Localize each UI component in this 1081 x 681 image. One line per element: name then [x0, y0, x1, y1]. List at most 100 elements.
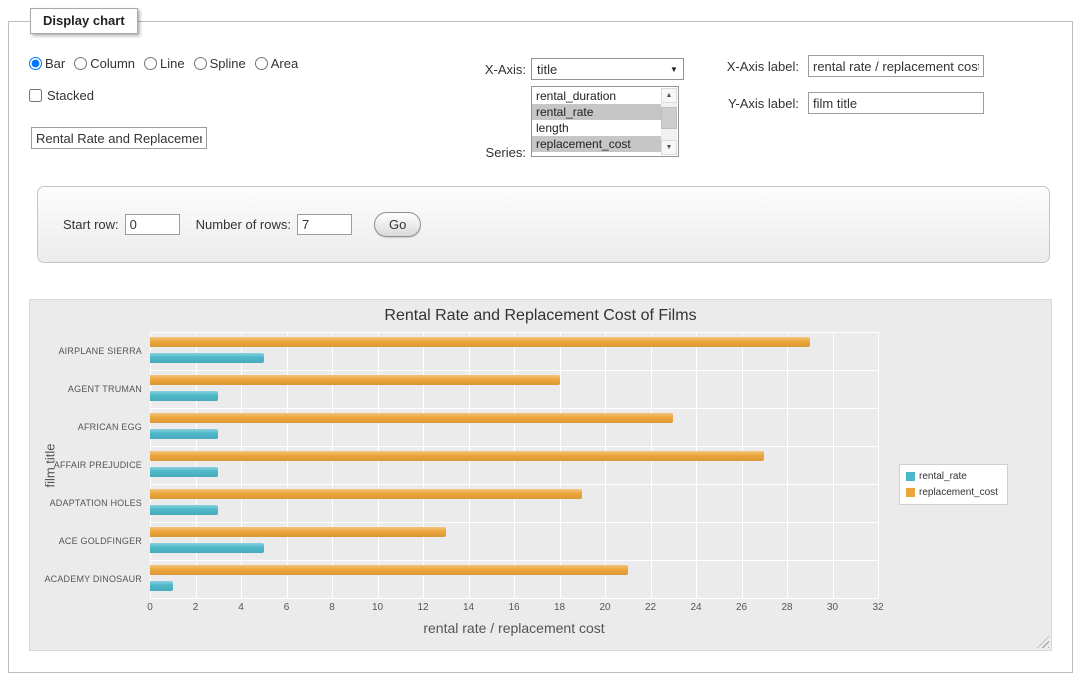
xaxis-select[interactable]: title ▼	[531, 58, 684, 80]
x-tick-label: 0	[135, 602, 165, 613]
series-option-rental_duration[interactable]: rental_duration	[532, 88, 661, 104]
chart-type-option-spline[interactable]: Spline	[194, 56, 246, 71]
chart-type-options: Bar Column Line Spline Area	[29, 56, 298, 71]
bar-replacement_cost	[150, 565, 628, 575]
chart-type-option-label: Bar	[45, 56, 65, 71]
chart-type-radio-area[interactable]	[255, 57, 268, 70]
xaxis-select-label: X-Axis:	[436, 62, 526, 77]
bar-rental_rate	[150, 391, 218, 401]
num-rows-label: Number of rows:	[196, 217, 291, 232]
category-label: ACE GOLDFINGER	[30, 522, 142, 560]
gridline-vertical	[787, 332, 788, 598]
x-tick-label: 4	[226, 602, 256, 613]
bar-replacement_cost	[150, 413, 673, 423]
category-label: ADAPTATION HOLES	[30, 484, 142, 522]
bar-rental_rate	[150, 505, 218, 515]
chart-type-option-label: Line	[160, 56, 185, 71]
stacked-checkbox[interactable]	[29, 89, 42, 102]
gridline-vertical	[742, 332, 743, 598]
x-tick-label: 20	[590, 602, 620, 613]
category-label: ACADEMY DINOSAUR	[30, 560, 142, 598]
x-tick-label: 22	[636, 602, 666, 613]
chart-title-input[interactable]	[31, 127, 207, 149]
scroll-down-icon[interactable]: ▼	[661, 140, 677, 155]
x-tick-label: 30	[818, 602, 848, 613]
gridline-vertical	[241, 332, 242, 598]
plot-area	[150, 332, 878, 598]
xaxis-label-input[interactable]	[808, 55, 984, 77]
xaxis-select-value: title	[532, 62, 665, 77]
chart-type-option-label: Column	[90, 56, 135, 71]
bar-rental_rate	[150, 581, 173, 591]
x-tick-label: 14	[454, 602, 484, 613]
gridline-vertical	[287, 332, 288, 598]
stacked-option[interactable]: Stacked	[29, 88, 94, 103]
series-option-length[interactable]: length	[532, 120, 661, 136]
chevron-down-icon: ▼	[665, 65, 683, 74]
category-label: AFRICAN EGG	[30, 408, 142, 446]
start-row-input[interactable]	[125, 214, 180, 235]
category-label: AIRPLANE SIERRA	[30, 332, 142, 370]
chart-legend: rental_rate replacement_cost	[899, 464, 1008, 505]
x-tick-label: 28	[772, 602, 802, 613]
bar-rental_rate	[150, 543, 264, 553]
num-rows-input[interactable]	[297, 214, 352, 235]
chart-type-option-area[interactable]: Area	[255, 56, 298, 71]
bar-rental_rate	[150, 467, 218, 477]
x-tick-label: 10	[363, 602, 393, 613]
row-range-panel: Start row: Number of rows: Go	[37, 186, 1050, 263]
chart-title: Rental Rate and Replacement Cost of Film…	[30, 307, 1051, 325]
x-tick-label: 16	[499, 602, 529, 613]
series-option-rental_rate[interactable]: rental_rate	[532, 104, 661, 120]
x-tick-label: 26	[727, 602, 757, 613]
gridline-horizontal	[150, 370, 878, 371]
x-tick-label: 18	[545, 602, 575, 613]
chart-type-radio-column[interactable]	[74, 57, 87, 70]
chart-type-option-label: Area	[271, 56, 298, 71]
gridline-horizontal	[150, 598, 878, 599]
chart-type-option-column[interactable]: Column	[74, 56, 135, 71]
gridline-vertical	[514, 332, 515, 598]
chart-type-option-bar[interactable]: Bar	[29, 56, 65, 71]
stacked-label: Stacked	[47, 88, 94, 103]
x-axis-title: rental rate / replacement cost	[150, 620, 878, 636]
gridline-vertical	[696, 332, 697, 598]
gridline-vertical	[605, 332, 606, 598]
series-multiselect[interactable]: rental_durationrental_ratelengthreplacem…	[531, 86, 679, 157]
x-axis-ticks: 02468101214161820222426283032	[150, 602, 878, 616]
xaxis-label-field-label: X-Axis label:	[689, 59, 799, 74]
series-multiselect-items: rental_durationrental_ratelengthreplacem…	[532, 88, 661, 155]
gridline-vertical	[469, 332, 470, 598]
legend-item-rental_rate[interactable]: rental_rate	[906, 471, 998, 482]
x-tick-label: 6	[272, 602, 302, 613]
chart-type-radio-spline[interactable]	[194, 57, 207, 70]
x-tick-label: 8	[317, 602, 347, 613]
gridline-horizontal	[150, 522, 878, 523]
scroll-up-icon[interactable]: ▲	[661, 88, 677, 103]
yaxis-label-input[interactable]	[808, 92, 984, 114]
gridline-vertical	[150, 332, 151, 598]
series-select-label: Series:	[436, 145, 526, 160]
series-option-replacement_cost[interactable]: replacement_cost	[532, 136, 661, 152]
gridline-vertical	[423, 332, 424, 598]
chart-type-radio-line[interactable]	[144, 57, 157, 70]
gridline-horizontal	[150, 332, 878, 333]
x-tick-label: 32	[863, 602, 893, 613]
gridline-vertical	[332, 332, 333, 598]
chart-type-radio-bar[interactable]	[29, 57, 42, 70]
bar-replacement_cost	[150, 489, 582, 499]
legend-swatch	[906, 472, 915, 481]
chart-type-option-line[interactable]: Line	[144, 56, 185, 71]
x-tick-label: 12	[408, 602, 438, 613]
legend-item-replacement_cost[interactable]: replacement_cost	[906, 487, 998, 498]
gridline-horizontal	[150, 408, 878, 409]
bar-replacement_cost	[150, 375, 560, 385]
chart-resize-handle[interactable]	[1037, 636, 1049, 648]
legend-label: replacement_cost	[919, 487, 998, 498]
fieldset-legend: Display chart	[30, 8, 138, 34]
scrollbar-thumb[interactable]	[661, 107, 677, 129]
series-scrollbar[interactable]: ▲ ▼	[661, 88, 677, 155]
category-label: AGENT TRUMAN	[30, 370, 142, 408]
gridline-vertical	[378, 332, 379, 598]
go-button[interactable]: Go	[374, 212, 421, 237]
